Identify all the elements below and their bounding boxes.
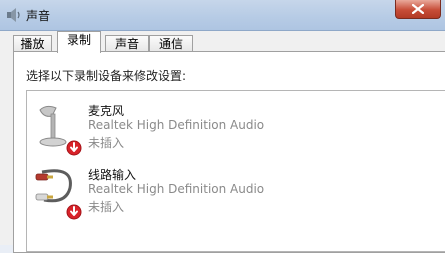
device-name: 线路输入 [88,168,137,182]
tab-sounds[interactable]: 声音 [105,35,149,52]
instruction-text: 选择以下录制设备来修改设置: [26,69,187,83]
device-description: Realtek High Definition Audio [88,182,265,196]
unplugged-down-arrow-icon [66,204,82,220]
device-name: 麦克风 [88,104,125,118]
device-description: Realtek High Definition Audio [88,118,265,132]
window-title: 声音 [26,9,51,23]
tab-recording[interactable]: 录制 [57,31,101,53]
tab-communications[interactable]: 通信 [149,35,193,52]
close-icon [412,4,424,14]
device-status: 未插入 [88,136,125,150]
tab-playback[interactable]: 播放 [13,35,52,52]
close-button[interactable] [395,0,441,19]
list-item-line-in[interactable]: 线路输入 Realtek High Definition Audio 未插入 [30,162,430,220]
title-bar: 声音 [0,0,445,31]
device-status: 未插入 [88,200,125,214]
list-item-microphone[interactable]: 麦克风 Realtek High Definition Audio 未插入 [30,98,430,156]
speaker-icon [6,7,22,23]
unplugged-down-arrow-icon [66,140,82,156]
